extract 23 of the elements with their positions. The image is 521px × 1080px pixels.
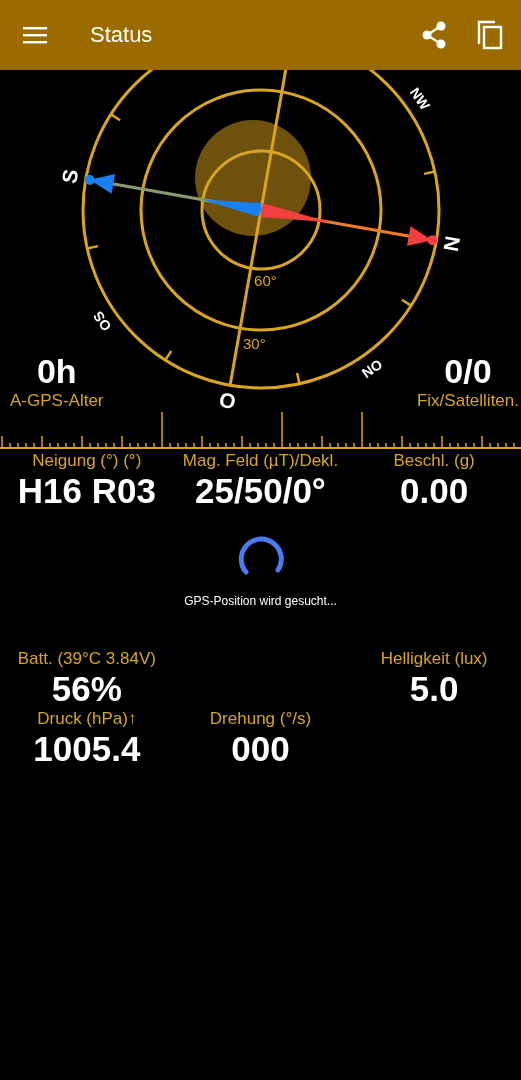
- readout-value: 0h: [36, 352, 77, 390]
- screen-title: Status: [90, 22, 153, 48]
- sensor-value: 0.00: [400, 472, 469, 510]
- sensor-label: Helligkeit (lux): [380, 648, 488, 670]
- sensor-label: Mag. Feld (µT)/Dekl.: [182, 450, 339, 472]
- sensor-label: Neigung (°) (°): [32, 450, 142, 472]
- sensor-value: 25/50/0°: [195, 472, 326, 510]
- menu-icon[interactable]: [22, 25, 48, 45]
- readout-label: A-GPS-Alter: [10, 390, 104, 410]
- copy-icon[interactable]: [477, 20, 503, 50]
- sensor-label: Batt. (39°C 3.84V): [17, 648, 156, 670]
- sensor-label: Druck (hPa)↑: [37, 708, 137, 730]
- sensor-value: 5.0: [409, 670, 459, 708]
- readout-value: 0/0: [444, 352, 492, 390]
- sensor-value: 1005.4: [33, 730, 141, 768]
- sensor-value: H16 R03: [17, 472, 156, 510]
- share-icon[interactable]: [421, 21, 447, 49]
- sensor-label: Drehung (°/s): [209, 708, 312, 730]
- readout-label: Fix/Satelliten.: [416, 390, 519, 410]
- status-message: GPS-Position wird gesucht...: [184, 594, 337, 608]
- sensor-label: Beschl. (g): [393, 450, 475, 472]
- sensor-value: 000: [231, 730, 290, 768]
- sensor-value: 56%: [51, 670, 122, 708]
